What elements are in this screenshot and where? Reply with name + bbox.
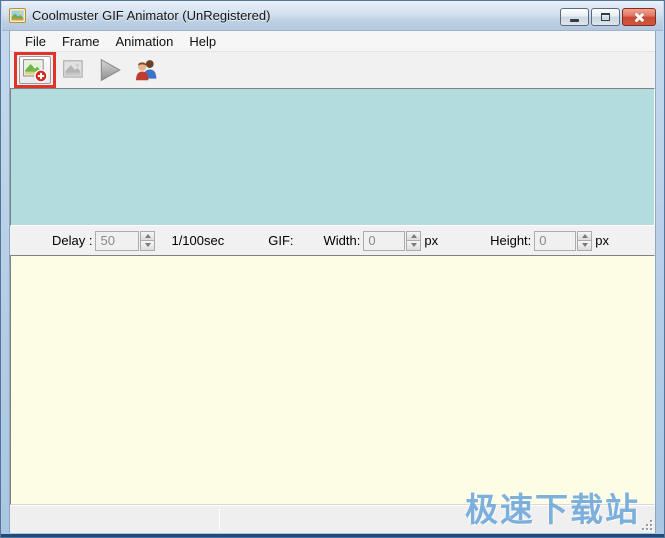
resize-grip[interactable] xyxy=(641,519,653,531)
arrow-up-icon xyxy=(581,233,588,238)
app-window: Coolmuster GIF Animator (UnRegistered) F… xyxy=(0,0,665,538)
arrow-down-icon xyxy=(581,243,588,248)
play-icon xyxy=(100,58,121,82)
preview-panel[interactable] xyxy=(10,255,655,505)
minimize-button[interactable] xyxy=(560,8,589,26)
delay-unit-label: 1/100sec xyxy=(171,233,225,248)
delay-spinner xyxy=(140,230,156,251)
arrow-up-icon xyxy=(410,233,417,238)
statusbar-left-text xyxy=(10,506,26,533)
delay-spin-down-button[interactable] xyxy=(140,241,156,251)
menu-item-frame[interactable]: Frame xyxy=(54,33,108,50)
frames-list-panel[interactable] xyxy=(10,88,655,226)
width-spin-up-button[interactable] xyxy=(406,230,422,241)
height-spinner xyxy=(577,230,593,251)
statusbar xyxy=(10,505,655,533)
add-image-icon xyxy=(23,59,48,83)
image-disabled-icon xyxy=(63,60,83,78)
arrow-down-icon xyxy=(144,243,151,248)
add-image-button[interactable] xyxy=(19,56,51,84)
minimize-icon xyxy=(570,19,579,22)
add-image-button-wrap xyxy=(14,52,56,88)
close-icon xyxy=(634,12,644,22)
window-title: Coolmuster GIF Animator (UnRegistered) xyxy=(32,8,271,23)
menubar: File Frame Animation Help xyxy=(10,31,655,51)
menu-item-help[interactable]: Help xyxy=(181,33,224,50)
menu-item-file[interactable]: File xyxy=(17,33,54,50)
height-input[interactable] xyxy=(534,230,577,251)
statusbar-right-text xyxy=(26,506,42,533)
width-input[interactable] xyxy=(363,230,406,251)
width-label: Width: xyxy=(323,233,361,248)
maximize-button[interactable] xyxy=(591,8,620,26)
client-area: File Frame Animation Help Delay: 50 1/1… xyxy=(9,31,656,533)
maximize-icon xyxy=(601,13,610,21)
height-spin-up-button[interactable] xyxy=(577,230,593,241)
width-spinner xyxy=(406,230,422,251)
height-label: Height: xyxy=(490,233,532,248)
height-unit-label: px xyxy=(595,233,610,248)
width-unit-label: px xyxy=(424,233,439,248)
arrow-down-icon xyxy=(410,243,417,248)
gif-label: GIF: xyxy=(268,233,294,248)
statusbar-divider xyxy=(219,509,220,530)
app-icon xyxy=(9,8,26,23)
delay-spin-up-button[interactable] xyxy=(140,230,156,241)
menu-item-animation[interactable]: Animation xyxy=(108,33,182,50)
window-controls xyxy=(560,8,656,26)
toolbar xyxy=(10,51,655,88)
delay-input[interactable] xyxy=(95,230,140,251)
titlebar[interactable]: Coolmuster GIF Animator (UnRegistered) xyxy=(2,1,663,31)
close-button[interactable] xyxy=(622,8,656,26)
arrow-up-icon xyxy=(144,233,151,238)
controls-bar: Delay : 1/100sec GIF: Width: px Height: … xyxy=(10,226,655,255)
height-spin-down-button[interactable] xyxy=(577,241,593,251)
register-users-icon[interactable] xyxy=(133,57,159,83)
delay-label: Delay : xyxy=(52,233,93,248)
width-spin-down-button[interactable] xyxy=(406,241,422,251)
